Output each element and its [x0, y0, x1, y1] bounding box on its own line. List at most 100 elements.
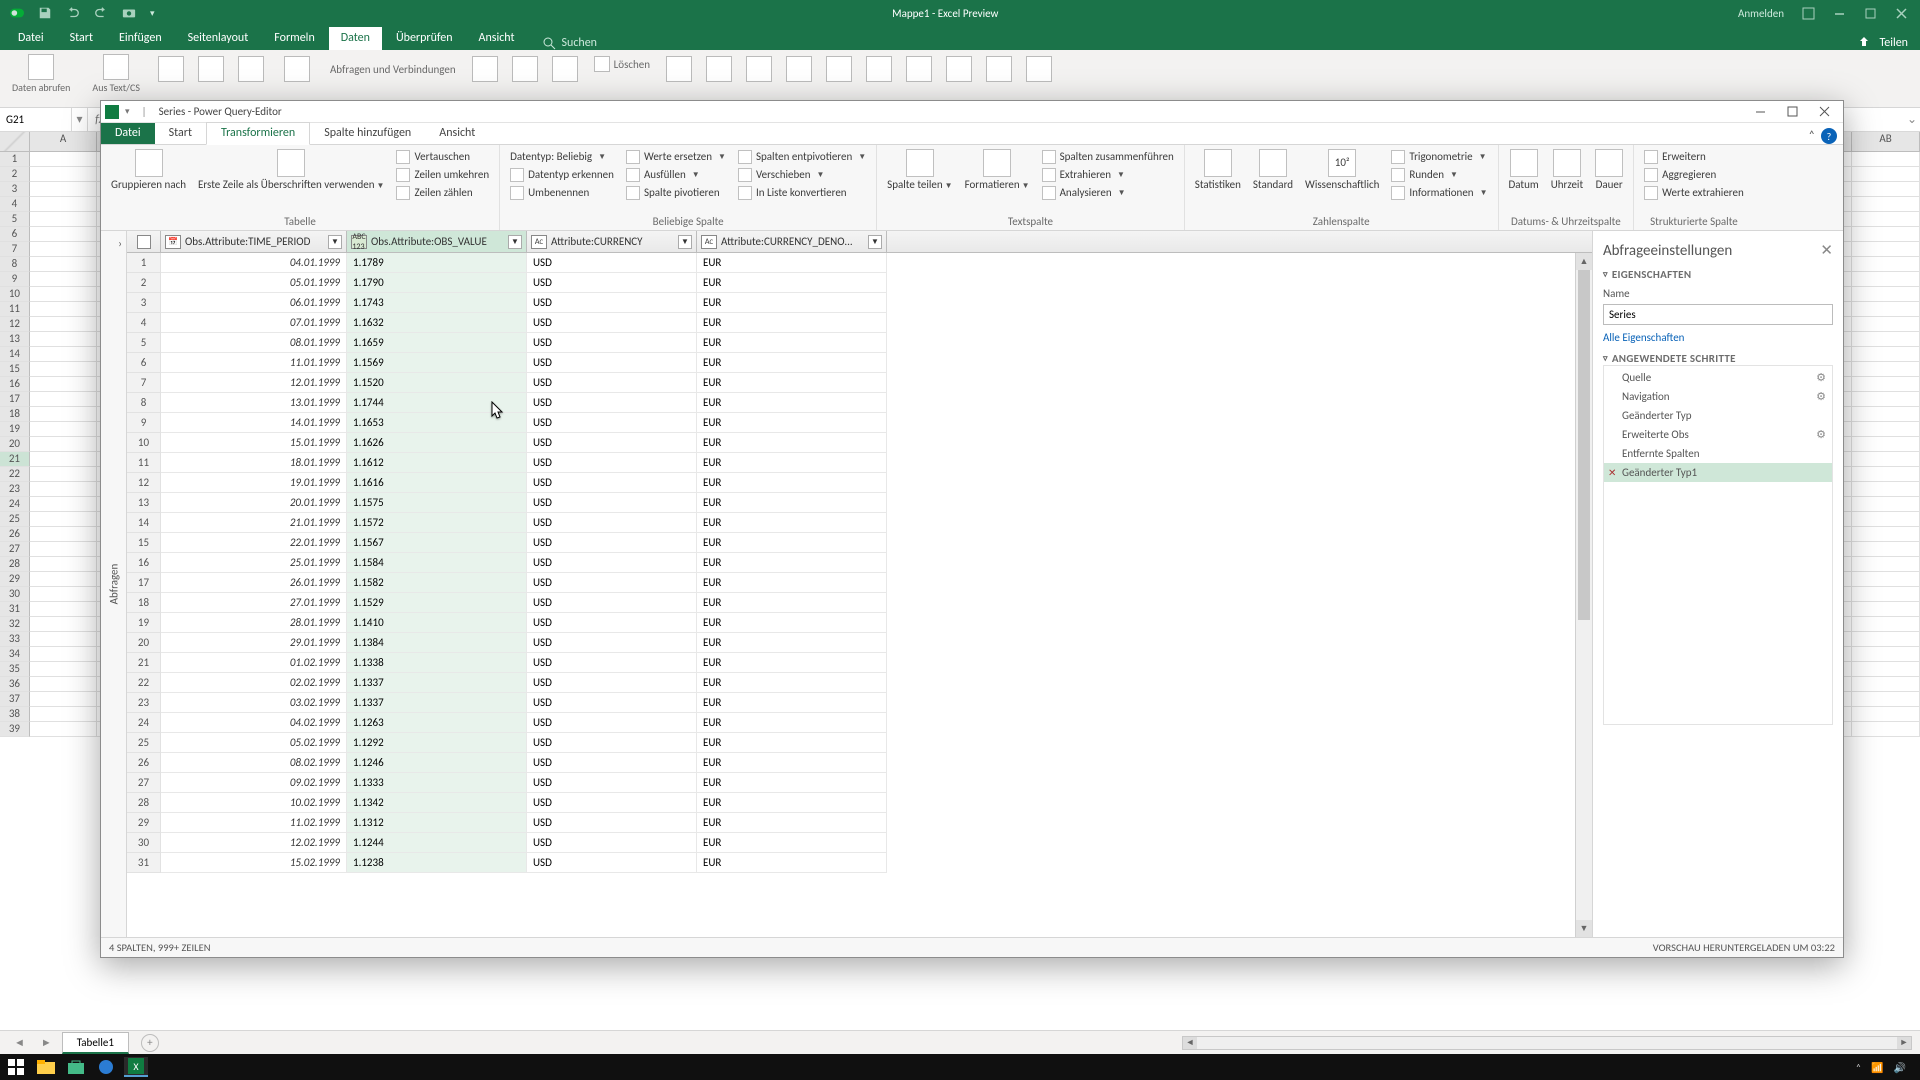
cell[interactable]: 1.1626	[347, 433, 527, 453]
autosave-toggle[interactable]	[10, 6, 24, 20]
row-header-16[interactable]: 16	[0, 377, 30, 392]
cell[interactable]: 20.01.1999	[161, 493, 347, 513]
grid-cell[interactable]	[30, 557, 98, 572]
first-row-headers-button[interactable]: Erste Zeile als Überschriften verwenden▼	[196, 149, 386, 192]
row-number[interactable]: 14	[127, 513, 161, 533]
table-row[interactable]: 3012.02.19991.1244USDEUR	[127, 833, 1575, 853]
tray-network-icon[interactable]: 📶	[1871, 1061, 1883, 1074]
table-row[interactable]: 813.01.19991.1744USDEUR	[127, 393, 1575, 413]
cell[interactable]: EUR	[697, 853, 887, 873]
pivot-button[interactable]: Spalte pivotieren	[624, 185, 728, 201]
detect-datatype-button[interactable]: Datentyp erkennen	[508, 167, 616, 183]
grid-cell[interactable]	[30, 602, 98, 617]
cell[interactable]: 08.01.1999	[161, 333, 347, 353]
table-row[interactable]: 1827.01.19991.1529USDEUR	[127, 593, 1575, 613]
row-number[interactable]: 12	[127, 473, 161, 493]
from-text-csv-button[interactable]: Aus Text/CS	[88, 54, 144, 93]
grid-cell[interactable]	[30, 302, 98, 317]
cell[interactable]: 1.1244	[347, 833, 527, 853]
time-button[interactable]: Uhrzeit	[1549, 149, 1585, 191]
sheet-tab-tabelle1[interactable]: Tabelle1	[62, 1032, 129, 1054]
sheet-nav-next-icon[interactable]: ►	[35, 1036, 58, 1049]
cell[interactable]: USD	[527, 293, 697, 313]
cell[interactable]: 1.1246	[347, 753, 527, 773]
column-header-currency-denom[interactable]: AC Attribute:CURRENCY_DENO... ▼	[697, 231, 887, 252]
grid-cell[interactable]	[30, 227, 98, 242]
cell[interactable]: EUR	[697, 813, 887, 833]
grid-cell[interactable]	[30, 392, 98, 407]
grid-cell[interactable]	[30, 287, 98, 302]
grid-cell[interactable]	[1852, 422, 1920, 437]
cell[interactable]: 11.02.1999	[161, 813, 347, 833]
duration-button[interactable]: Dauer	[1593, 149, 1625, 191]
col-header-AB[interactable]: AB	[1852, 132, 1920, 151]
cell[interactable]: USD	[527, 693, 697, 713]
pq-vertical-scrollbar[interactable]: ▲ ▼	[1575, 253, 1592, 937]
grid-cell[interactable]	[1852, 197, 1920, 212]
cell[interactable]: EUR	[697, 693, 887, 713]
row-header-29[interactable]: 29	[0, 572, 30, 587]
all-properties-link[interactable]: Alle Eigenschaften	[1603, 331, 1684, 344]
cell[interactable]: 04.02.1999	[161, 713, 347, 733]
redo-icon[interactable]	[94, 6, 108, 20]
delete-step-icon[interactable]: ✕	[1608, 466, 1616, 479]
save-icon[interactable]	[38, 6, 52, 20]
select-all-corner[interactable]	[0, 132, 30, 151]
type-date-icon[interactable]: 📅	[165, 235, 181, 249]
row-number[interactable]: 7	[127, 373, 161, 393]
grid-cell[interactable]	[30, 152, 98, 167]
cell[interactable]: 04.01.1999	[161, 253, 347, 273]
row-header-38[interactable]: 38	[0, 707, 30, 722]
pq-titlebar[interactable]: ▾ | Series - Power Query-Editor	[101, 101, 1843, 123]
date-button[interactable]: Datum	[1507, 149, 1541, 191]
grid-cell[interactable]	[30, 362, 98, 377]
row-header-25[interactable]: 25	[0, 512, 30, 527]
grid-cell[interactable]	[1852, 317, 1920, 332]
cell[interactable]: USD	[527, 273, 697, 293]
store-icon[interactable]	[64, 1057, 88, 1077]
row-header-12[interactable]: 12	[0, 317, 30, 332]
row-header-18[interactable]: 18	[0, 407, 30, 422]
column-filter-icon[interactable]: ▼	[508, 235, 522, 249]
cell[interactable]: USD	[527, 793, 697, 813]
cell[interactable]: 25.01.1999	[161, 553, 347, 573]
cell[interactable]: 27.01.1999	[161, 593, 347, 613]
table-row[interactable]: 104.01.19991.1789USDEUR	[127, 253, 1575, 273]
row-header-10[interactable]: 10	[0, 287, 30, 302]
cell[interactable]: USD	[527, 513, 697, 533]
grid-cell[interactable]	[30, 197, 98, 212]
cell[interactable]: USD	[527, 573, 697, 593]
row-number[interactable]: 5	[127, 333, 161, 353]
row-header-8[interactable]: 8	[0, 257, 30, 272]
maximize-icon[interactable]	[1864, 7, 1877, 20]
row-number[interactable]: 9	[127, 413, 161, 433]
cell[interactable]: USD	[527, 753, 697, 773]
table-row[interactable]: 1421.01.19991.1572USDEUR	[127, 513, 1575, 533]
cell[interactable]: USD	[527, 253, 697, 273]
cell[interactable]: EUR	[697, 333, 887, 353]
grid-cell[interactable]	[1852, 167, 1920, 182]
cell[interactable]: 1.1790	[347, 273, 527, 293]
row-number[interactable]: 21	[127, 653, 161, 673]
row-number[interactable]: 29	[127, 813, 161, 833]
cell[interactable]: EUR	[697, 733, 887, 753]
applied-step[interactable]: Entfernte Spalten	[1604, 444, 1832, 463]
row-number[interactable]: 27	[127, 773, 161, 793]
row-header-19[interactable]: 19	[0, 422, 30, 437]
cell[interactable]: 1.1337	[347, 673, 527, 693]
hscroll-left-icon[interactable]: ◄	[1183, 1037, 1197, 1049]
cell[interactable]: 1.1575	[347, 493, 527, 513]
table-row[interactable]: 2303.02.19991.1337USDEUR	[127, 693, 1575, 713]
table-row[interactable]: 611.01.19991.1569USDEUR	[127, 353, 1575, 373]
cell[interactable]: EUR	[697, 493, 887, 513]
grid-cell[interactable]	[30, 242, 98, 257]
row-number[interactable]: 11	[127, 453, 161, 473]
cell[interactable]: USD	[527, 713, 697, 733]
cell[interactable]: EUR	[697, 253, 887, 273]
row-number[interactable]: 10	[127, 433, 161, 453]
row-number[interactable]: 30	[127, 833, 161, 853]
table-row[interactable]: 1928.01.19991.1410USDEUR	[127, 613, 1575, 633]
cell[interactable]: 11.01.1999	[161, 353, 347, 373]
grid-cell[interactable]	[30, 167, 98, 182]
cell[interactable]: 21.01.1999	[161, 513, 347, 533]
